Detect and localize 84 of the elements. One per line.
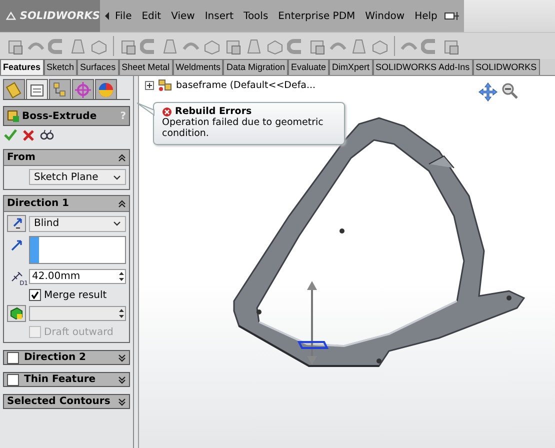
menu-item[interactable]: Insert (200, 10, 239, 22)
expand-icon[interactable] (118, 376, 126, 384)
command-tab[interactable]: Evaluate (288, 59, 330, 75)
command-tab[interactable]: Surfaces (77, 59, 119, 75)
tooltip-title: Rebuild Errors (175, 106, 252, 117)
checkbox-label: Merge result (44, 290, 107, 300)
color-wheel-icon (97, 80, 115, 98)
draft-button[interactable] (7, 305, 26, 322)
menu-item[interactable]: View (166, 10, 200, 22)
zoom-out-icon[interactable] (501, 82, 519, 100)
left-arrow-icon[interactable] (104, 11, 110, 21)
command-tab[interactable]: Sketch (44, 59, 78, 75)
section-title: Direction 2 (24, 352, 88, 363)
group-header[interactable]: Direction 1 (4, 196, 129, 212)
collapse-icon[interactable] (118, 154, 126, 162)
panel-tab[interactable] (95, 79, 117, 99)
menu-item[interactable]: File (110, 10, 137, 22)
spinner-icon[interactable] (118, 308, 125, 319)
direction-arrow-icon (10, 238, 22, 250)
spinner-icon[interactable] (118, 271, 125, 282)
feature-tool-icon[interactable] (245, 37, 263, 55)
command-tab[interactable]: Data Migration (223, 59, 288, 75)
panel-tab[interactable] (49, 79, 71, 99)
menu-item[interactable]: Edit (136, 10, 166, 22)
panel-tab[interactable] (3, 79, 25, 99)
logo-mark-icon (6, 10, 16, 22)
command-tab[interactable]: DimXpert (329, 59, 373, 75)
app-logo: SOLIDWORKS (0, 0, 100, 32)
feature-tool-icon[interactable] (350, 37, 368, 55)
menu-item[interactable]: Tools (238, 10, 274, 22)
draft-icon (10, 307, 23, 320)
close-icon[interactable] (23, 130, 34, 140)
direction-list-field[interactable] (29, 236, 126, 264)
group-title: Direction 1 (7, 198, 70, 209)
checkbox[interactable] (7, 374, 19, 386)
expand-icon[interactable] (118, 354, 126, 362)
selection-handle-icon[interactable] (297, 341, 329, 349)
checkbox[interactable] (29, 289, 41, 301)
command-tab[interactable]: SOLIDWORKS (472, 59, 540, 75)
tree-item[interactable]: baseframe (Default<<Defa... (176, 80, 316, 90)
draft-angle-field[interactable] (29, 306, 126, 321)
menu-item[interactable]: Help (410, 10, 442, 22)
section-header[interactable]: Selected Contours (3, 394, 130, 409)
extrude-icon (7, 110, 19, 122)
group-header[interactable]: From (4, 150, 129, 166)
pin-icon[interactable] (444, 10, 460, 22)
checkmark-icon (31, 291, 39, 299)
command-tab[interactable]: Sheet Metal (118, 59, 173, 75)
section-header[interactable]: Direction 2 (3, 350, 130, 365)
command-tab[interactable]: SOLIDWORKS Add-Ins (372, 59, 473, 75)
error-icon (162, 106, 172, 116)
menu-item[interactable]: Window (360, 10, 410, 22)
feature-tool-icon[interactable] (69, 37, 87, 55)
checkmark-icon[interactable] (4, 129, 17, 141)
expand-toggle[interactable] (145, 80, 154, 90)
section-title: Thin Feature (24, 374, 97, 385)
assembly-icon (158, 79, 172, 91)
collapse-icon[interactable] (118, 200, 126, 208)
section-header[interactable]: Thin Feature (3, 372, 130, 387)
checkbox[interactable] (7, 352, 19, 364)
feature-tree-icon (5, 80, 23, 98)
plus-icon (147, 82, 152, 88)
command-tab[interactable]: Weldments (172, 59, 224, 75)
panel-title: Boss-Extrude (22, 110, 98, 122)
end-condition-dropdown[interactable]: Blind (29, 216, 126, 232)
dimension-icon (10, 272, 22, 282)
reverse-direction-button[interactable] (7, 215, 26, 232)
from-dropdown[interactable]: Sketch Plane (29, 169, 126, 185)
drag-arrow-icon[interactable] (307, 281, 317, 365)
group-title: From (7, 152, 36, 163)
panel-tab[interactable] (26, 79, 48, 99)
caret-icon (113, 221, 121, 226)
command-tab[interactable]: Features (0, 59, 44, 75)
depth-field[interactable]: 42.00mm (29, 269, 126, 284)
section-title: Selected Contours (7, 396, 112, 407)
tooltip-message: Operation failed due to geometric condition. (162, 117, 324, 139)
feature-tool-icon[interactable] (161, 37, 179, 55)
move-icon[interactable] (478, 82, 498, 102)
caret-icon (113, 174, 121, 180)
expand-icon[interactable] (118, 398, 126, 406)
glasses-icon[interactable] (40, 129, 54, 141)
checkbox-label: Draft outward (44, 326, 114, 338)
menu-item[interactable]: Enterprise PDM (273, 10, 360, 22)
crosshair-icon (74, 80, 92, 98)
